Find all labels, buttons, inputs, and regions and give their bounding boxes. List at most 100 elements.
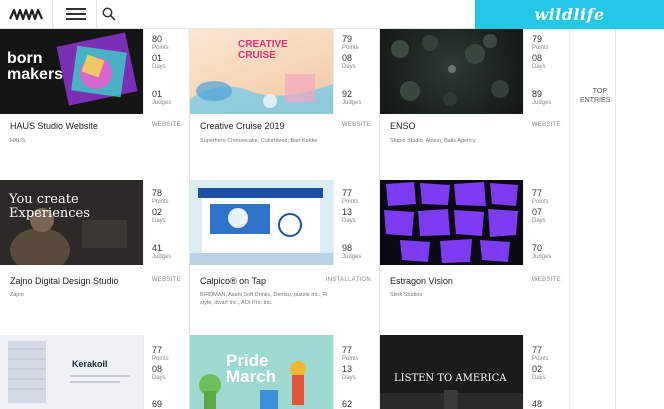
days-label: Days [532, 375, 546, 381]
entry-thumbnail[interactable]: Pride March [190, 335, 333, 409]
points-value: 80 [152, 34, 163, 44]
entry-thumbnail[interactable] [190, 180, 333, 265]
thumb-headline: born makers [7, 50, 64, 83]
entry-credits[interactable]: Zajno [10, 291, 140, 299]
points-label: Points [152, 199, 169, 205]
judges-value: 92 [342, 89, 353, 99]
entry-card[interactable]: 77 Points 07 Days 70 Judges Estragon Vision… [380, 180, 570, 336]
entry-stats: 77 Points 07 Days 70 Judges [523, 180, 569, 265]
entry-title[interactable]: ENSO [390, 121, 416, 131]
judges-label: Judges [342, 100, 362, 106]
wildlife-banner[interactable]: wildlife [475, 0, 664, 29]
entry-stats: 77 Points 13 Days 62 [333, 335, 379, 409]
menu-button[interactable] [66, 8, 86, 21]
entry-title[interactable]: HAUS Studio Website [10, 121, 98, 131]
entry-thumbnail[interactable]: born makers [0, 29, 143, 114]
entry-thumbnail[interactable] [380, 29, 523, 114]
entry-stats: 77 Points 13 Days 98 Judges [333, 180, 379, 265]
entry-thumbnail[interactable]: Kerakoll [0, 335, 143, 409]
entry-card[interactable]: 79 Points 08 Days 89 Judges ENSO WEBSITE St… [380, 29, 570, 185]
days-label: Days [532, 218, 546, 224]
points-stat: 77 Points [532, 188, 549, 206]
entry-card[interactable]: CREATIVE CRUISE 79 Points 08 Days 92 Judges… [190, 29, 380, 185]
days-label: Days [152, 64, 166, 70]
wildlife-banner-text: wildlife [534, 5, 605, 24]
entry-credits[interactable]: HAUS [10, 137, 140, 145]
entry-thumbnail[interactable] [380, 180, 523, 265]
entry-credits[interactable]: Superhero Cheesecake, Colorbleed, Bart K… [200, 137, 330, 145]
points-stat: 79 Points [342, 34, 359, 52]
entry-title[interactable]: Creative Cruise 2019 [200, 121, 285, 131]
entry-type: INSTALLATION [325, 277, 371, 283]
judges-stat: 48 [532, 399, 542, 409]
entry-title[interactable]: Estragon Vision [390, 276, 453, 286]
entry-stats: 77 Points 02 Days 48 [523, 335, 569, 409]
judges-stat: 41 Judges [152, 243, 171, 261]
entry-card[interactable]: You create Experiences 78 Points 02 Days 4… [0, 180, 190, 336]
days-stat: 02 Days [152, 207, 166, 225]
judges-stat: 62 [342, 399, 352, 409]
entry-thumbnail[interactable]: You create Experiences [0, 180, 143, 265]
entry-card[interactable]: Pride March 77 Points 13 Days 62 [190, 335, 380, 409]
entry-credits[interactable]: BIRDMAN, Asahi Soft Drinks, Dentsu, puzz… [200, 291, 330, 307]
points-stat: 77 Points [532, 345, 549, 363]
points-label: Points [342, 356, 359, 362]
entry-type: WEBSITE [531, 122, 561, 128]
judges-value: 69 [152, 399, 163, 409]
entry-thumbnail[interactable]: LISTEN TO AMERICA [380, 335, 523, 409]
entry-stats: 79 Points 08 Days 92 Judges [333, 29, 379, 114]
days-stat: 08 Days [532, 53, 546, 71]
days-stat: 08 Days [342, 53, 356, 71]
header-divider [52, 0, 53, 29]
awwwards-logo[interactable] [8, 7, 44, 22]
judges-stat: 69 [152, 399, 162, 409]
days-stat: 01 Days [152, 53, 166, 71]
judges-value: 98 [342, 243, 353, 253]
menu-icon-line [66, 8, 86, 10]
side-panel: TOP ENTRIES [570, 29, 616, 409]
points-value: 78 [152, 188, 163, 198]
points-stat: 77 Points [342, 345, 359, 363]
entry-card[interactable]: Kerakoll 77 Points 08 Days 69 [0, 335, 190, 409]
points-label: Points [152, 356, 169, 362]
thumb-headline: Pride March [226, 351, 277, 386]
top-header: wildlife [0, 0, 664, 29]
judges-stat: 89 Judges [532, 89, 551, 107]
entry-type: WEBSITE [341, 122, 371, 128]
entry-title[interactable]: Zajno Digital Design Studio [10, 276, 119, 286]
days-stat: 02 Days [532, 364, 546, 382]
top-entries-link[interactable]: TOP ENTRIES [580, 87, 610, 105]
days-value: 07 [532, 207, 543, 217]
days-stat: 13 Days [342, 364, 356, 382]
entry-credits[interactable]: Stink Studios [390, 291, 520, 299]
judges-label: Judges [532, 100, 552, 106]
points-label: Points [152, 45, 169, 51]
judges-value: 62 [342, 399, 353, 409]
days-value: 08 [152, 364, 163, 374]
entry-card[interactable]: 77 Points 13 Days 98 Judges Calpico® on Tap… [190, 180, 380, 336]
entry-stats: 79 Points 08 Days 89 Judges [523, 29, 569, 114]
judges-label: Judges [342, 254, 362, 260]
points-stat: 79 Points [532, 34, 549, 52]
entry-stats: 77 Points 08 Days 69 [143, 335, 189, 409]
points-value: 77 [532, 188, 543, 198]
entry-card[interactable]: LISTEN TO AMERICA 77 Points 02 Days 48 [380, 335, 570, 409]
entry-card[interactable]: born makers 80 Points 01 Days 01 Judges HAU… [0, 29, 190, 185]
enso-forest-art [391, 34, 509, 106]
entry-thumbnail[interactable]: CREATIVE CRUISE [190, 29, 333, 114]
entry-title[interactable]: Calpico® on Tap [200, 276, 266, 286]
listen-to-america-art [380, 335, 523, 409]
days-label: Days [152, 218, 166, 224]
points-label: Points [342, 199, 359, 205]
points-value: 77 [152, 345, 163, 355]
thumb-headline: You create Experiences [9, 192, 90, 221]
entry-credits[interactable]: Stupid Studio, Abtion, Balls Agency [390, 137, 520, 145]
entry-stats: 78 Points 02 Days 41 Judges [143, 180, 189, 265]
days-label: Days [342, 218, 356, 224]
points-stat: 77 Points [152, 345, 169, 363]
search-icon[interactable] [102, 7, 116, 21]
days-value: 01 [152, 53, 163, 63]
thumb-headline: LISTEN TO AMERICA [394, 373, 507, 384]
judges-value: 48 [532, 399, 543, 409]
points-label: Points [532, 356, 549, 362]
